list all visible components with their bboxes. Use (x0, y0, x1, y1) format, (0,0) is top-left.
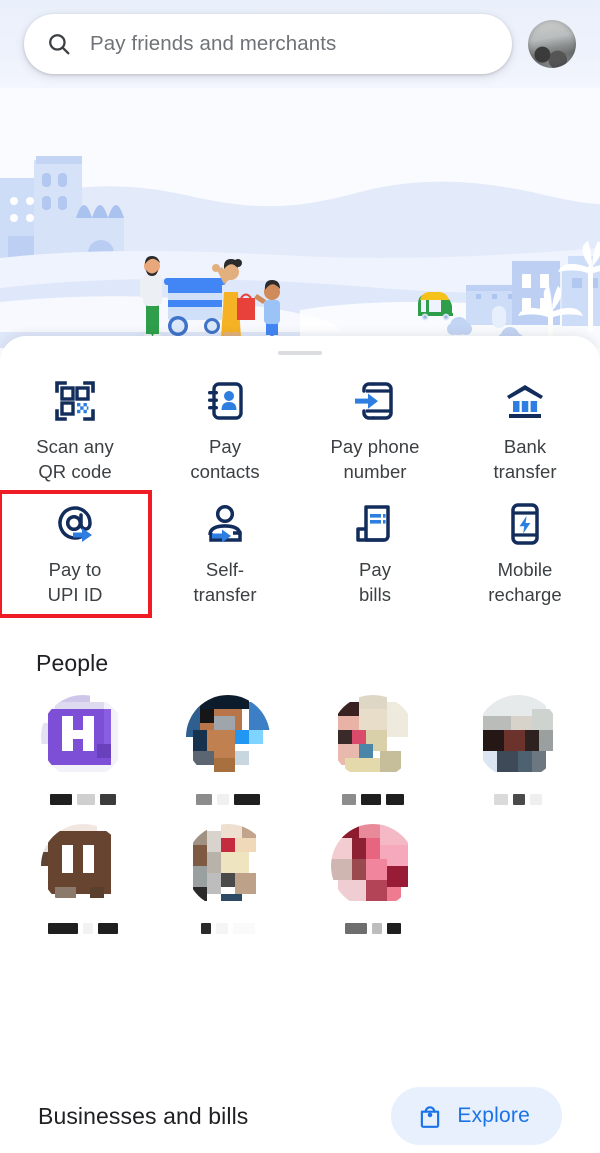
avatar (185, 694, 270, 779)
explore-button-label: Explore (457, 1104, 530, 1127)
action-label: Mobile recharge (488, 559, 562, 606)
avatar (330, 694, 415, 779)
action-label: Pay to UPI ID (47, 559, 103, 606)
google-pay-home-screen: Pay friends and merchants Scan any QR co… (0, 0, 600, 1153)
action-label: Scan any QR code (36, 436, 114, 483)
action-label: Pay phone number (330, 436, 420, 483)
list-item[interactable] (445, 694, 590, 806)
top-search-header: Pay friends and merchants (0, 0, 600, 88)
hero-illustration (0, 88, 600, 348)
contact-name-redacted (186, 793, 270, 806)
avatar (40, 823, 125, 908)
list-item[interactable] (10, 694, 155, 806)
search-bar[interactable]: Pay friends and merchants (24, 14, 512, 74)
contact-name-redacted (331, 922, 415, 935)
list-item[interactable] (155, 694, 300, 806)
avatar (40, 694, 125, 779)
action-pay-contacts[interactable]: Pay contacts (150, 369, 300, 492)
avatar (475, 694, 560, 779)
person-arrow-icon (203, 505, 247, 543)
phone-bolt-icon (511, 503, 539, 546)
action-label: Bank transfer (493, 436, 557, 483)
avatar[interactable] (528, 20, 576, 68)
action-label: Self- transfer (193, 559, 257, 606)
list-item[interactable] (300, 823, 445, 935)
contact-name-redacted (41, 793, 125, 806)
action-self-transfer[interactable]: Self- transfer (150, 492, 300, 615)
invoice-icon (356, 505, 390, 543)
people-section-title: People (36, 649, 109, 676)
search-placeholder-text: Pay friends and merchants (90, 32, 337, 55)
contact-name-redacted (331, 793, 415, 806)
contact-name-redacted (41, 922, 125, 935)
list-item[interactable] (10, 823, 155, 935)
action-label: Pay bills (358, 559, 392, 606)
search-icon (49, 34, 70, 55)
action-scan-qr-code[interactable]: Scan any QR code (0, 369, 150, 492)
at-sign-arrow-icon (58, 506, 92, 543)
list-item[interactable] (300, 694, 445, 806)
quick-actions-grid: Scan any QR code Pay contacts Pay phone … (0, 369, 600, 618)
contact-name-redacted (476, 793, 560, 806)
action-bank-transfer[interactable]: Bank transfer (450, 369, 600, 492)
qr-code-icon (55, 381, 95, 421)
action-mobile-recharge[interactable]: Mobile recharge (450, 492, 600, 615)
action-label: Pay contacts (190, 436, 260, 483)
action-pay-to-upi-id[interactable]: Pay to UPI ID (0, 490, 152, 618)
contact-name-redacted (186, 922, 270, 935)
avatar (330, 823, 415, 908)
action-pay-bills[interactable]: Pay bills (300, 492, 450, 615)
businesses-section-title: Businesses and bills (38, 1102, 249, 1129)
contact-book-icon (208, 382, 243, 420)
drag-handle[interactable] (278, 351, 322, 355)
explore-button[interactable]: Explore (391, 1087, 562, 1145)
businesses-and-bills-row: Businesses and bills Explore (0, 1087, 600, 1145)
people-grid (0, 694, 600, 935)
bank-icon (507, 385, 543, 418)
phone-arrow-icon (355, 382, 393, 420)
actions-bottom-sheet: Scan any QR code Pay contacts Pay phone … (0, 336, 600, 1153)
shopping-bag-icon (421, 1106, 440, 1128)
avatar (185, 823, 270, 908)
list-item[interactable] (155, 823, 300, 935)
action-pay-phone-number[interactable]: Pay phone number (300, 369, 450, 492)
